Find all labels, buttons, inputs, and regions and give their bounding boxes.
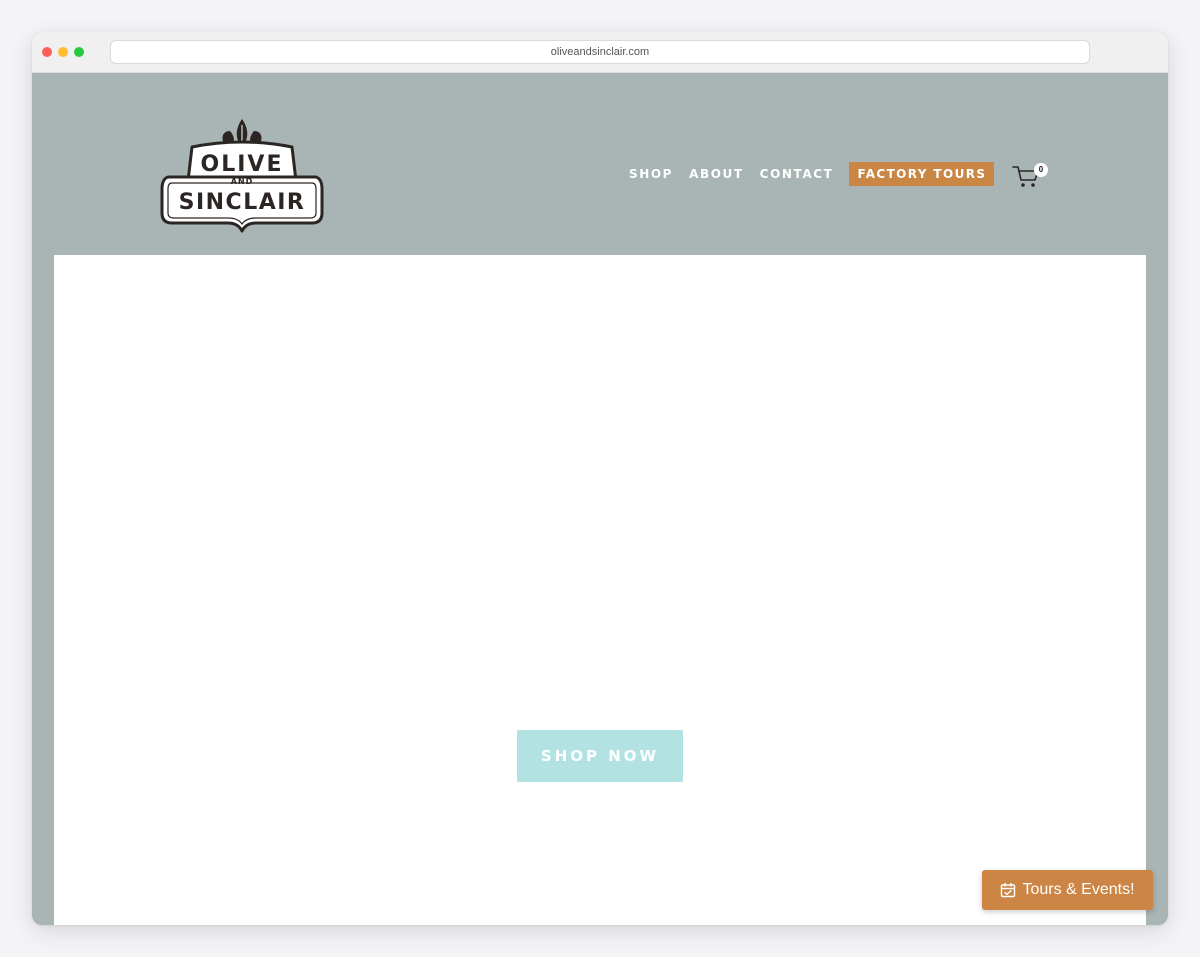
maximize-window-button[interactable] [74, 47, 84, 57]
logo-text-sinclair: SINCLAIR [179, 190, 306, 215]
nav-item-factory-tours[interactable]: FACTORY TOURS [849, 162, 995, 186]
nav-item-shop[interactable]: SHOP [629, 167, 673, 181]
address-bar[interactable]: oliveandsinclair.com [110, 40, 1090, 64]
browser-window: oliveandsinclair.com OLIVE AND SINCLAIR … [32, 32, 1168, 925]
logo-text-olive: OLIVE [201, 152, 284, 177]
logo-text-and: AND [231, 177, 254, 186]
minimize-window-button[interactable] [58, 47, 68, 57]
cart-count-badge: 0 [1034, 163, 1048, 177]
tours-events-button[interactable]: Tours & Events! [982, 870, 1153, 910]
olive-and-sinclair-logo[interactable]: OLIVE AND SINCLAIR [158, 117, 326, 235]
site-header: OLIVE AND SINCLAIR SHOP ABOUT CONTACT FA… [32, 73, 1168, 255]
tours-events-label: Tours & Events! [1022, 881, 1135, 898]
nav-item-contact[interactable]: CONTACT [760, 167, 834, 181]
calendar-check-icon [1001, 883, 1016, 898]
nav-item-about[interactable]: ABOUT [689, 167, 744, 181]
main-nav: SHOP ABOUT CONTACT FACTORY TOURS [629, 162, 995, 186]
hero-content: SHOP NOW [54, 255, 1146, 925]
shop-now-button[interactable]: SHOP NOW [517, 730, 683, 782]
close-window-button[interactable] [42, 47, 52, 57]
url-text: oliveandsinclair.com [550, 46, 650, 58]
browser-titlebar: oliveandsinclair.com [32, 32, 1168, 73]
